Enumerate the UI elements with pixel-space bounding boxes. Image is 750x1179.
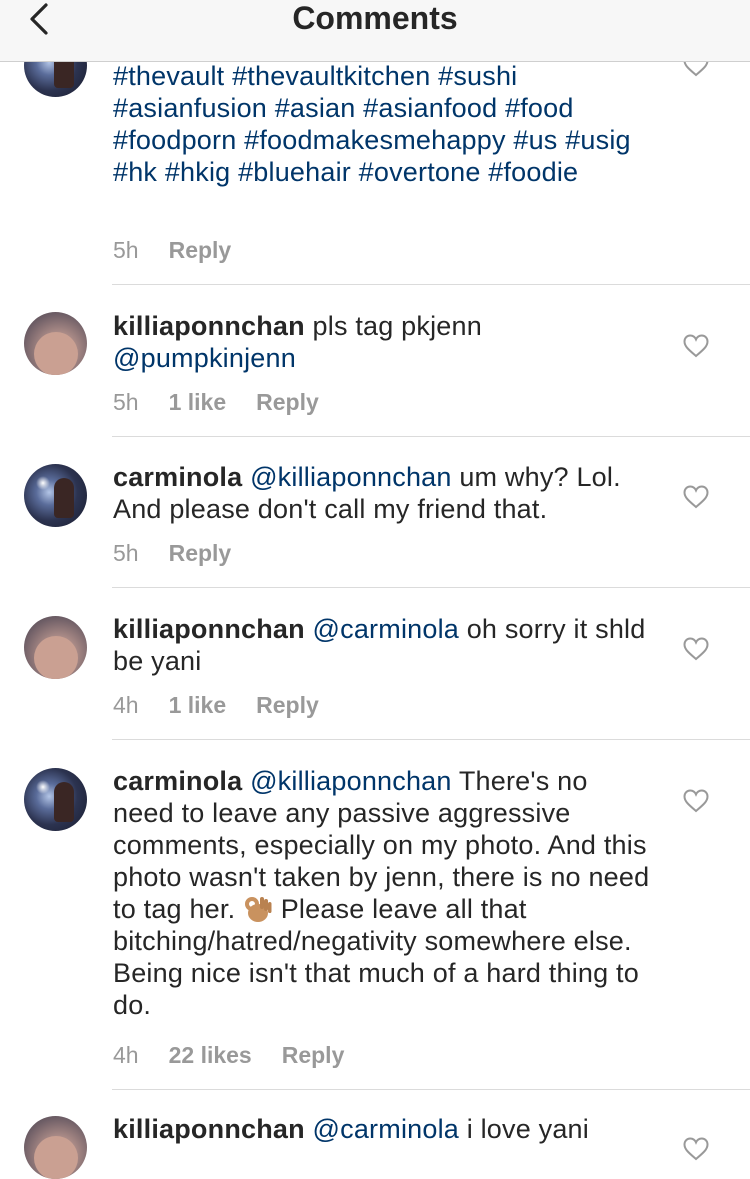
comment-body: i love yani [466,1114,589,1144]
reply-button[interactable]: Reply [256,692,319,718]
comment-hashtags[interactable]: #thevault #thevaultkitchen #sushi #asian… [113,60,653,188]
comment-time: 5h [113,540,139,566]
likes-count[interactable]: 1 like [169,692,227,718]
divider [112,587,750,588]
hashtag-text[interactable]: #thevault #thevaultkitchen #sushi #asian… [113,61,631,187]
comment-time: 5h [113,389,139,415]
comment-time: 5h [113,237,139,263]
like-heart-icon[interactable] [683,1137,709,1161]
divider [112,1089,750,1090]
comment-text: killiaponnchan pls tag pkjenn @pumpkinje… [113,310,653,374]
reply-button[interactable]: Reply [169,540,232,566]
divider [112,436,750,437]
comment-text: killiaponnchan @carminola i love yani [113,1113,653,1145]
comment-mention[interactable]: @pumpkinjenn [113,343,296,373]
avatar[interactable] [24,1116,87,1179]
comment-meta: 5h 1 like Reply [113,388,349,416]
comment-mention[interactable]: @killiaponnchan [250,462,452,492]
like-heart-icon[interactable] [683,789,709,813]
comment-username[interactable]: killiaponnchan [113,311,305,341]
comment-text: carminola @killiaponnchan um why? Lol. A… [113,461,653,525]
comment-meta: 5h Reply [113,539,261,567]
divider [112,739,750,740]
avatar[interactable] [24,616,87,679]
comment-username[interactable]: carminola [113,462,242,492]
comment-text: killiaponnchan @carminola oh sorry it sh… [113,613,653,677]
ok-hand-icon [245,897,272,922]
reply-button[interactable]: Reply [256,389,319,415]
avatar[interactable] [24,768,87,831]
comment-meta: 5h Reply [113,236,261,264]
avatar[interactable] [24,464,87,527]
comment-meta: 4h 1 like Reply [113,691,349,719]
comment-username[interactable]: killiaponnchan [113,1114,305,1144]
top-nav-bar: Comments [0,0,750,62]
comment-username[interactable]: killiaponnchan [113,614,305,644]
page-title: Comments [292,0,458,36]
comment-mention[interactable]: @carminola [313,1114,459,1144]
reply-button[interactable]: Reply [282,1042,345,1068]
comment-body: pls tag pkjenn [312,311,482,341]
like-heart-icon[interactable] [683,485,709,509]
comment-meta: 4h 22 likes Reply [113,1041,374,1069]
comment-text: carminola @killiaponnchan There's no nee… [113,765,653,1021]
divider [112,284,750,285]
comment-mention[interactable]: @killiaponnchan [250,766,452,796]
comment-time: 4h [113,692,139,718]
comment-mention[interactable]: @carminola [313,614,459,644]
like-heart-icon[interactable] [683,637,709,661]
like-heart-icon[interactable] [683,334,709,358]
comment-username[interactable]: carminola [113,766,242,796]
likes-count[interactable]: 22 likes [169,1042,252,1068]
likes-count[interactable]: 1 like [169,389,227,415]
avatar[interactable] [24,312,87,375]
comment-time: 4h [113,1042,139,1068]
reply-button[interactable]: Reply [169,237,232,263]
